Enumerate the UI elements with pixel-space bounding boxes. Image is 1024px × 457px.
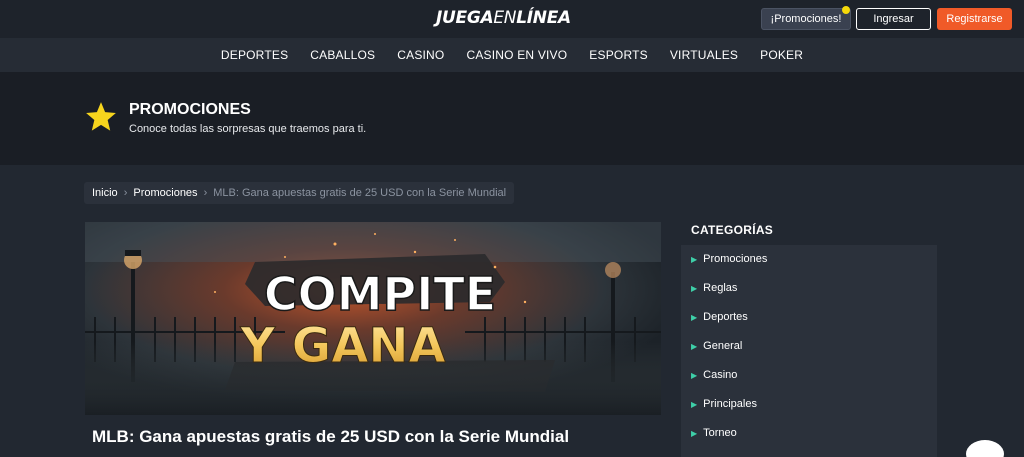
chevron-right-icon: ▶ <box>691 312 698 322</box>
nav-item-esports[interactable]: ESPORTS <box>578 48 659 62</box>
category-label: Torneo <box>703 427 737 439</box>
chevron-right-icon: ▶ <box>691 370 698 380</box>
breadcrumb: Inicio › Promociones › MLB: Gana apuesta… <box>84 182 515 204</box>
nav-item-casino[interactable]: CASINO <box>386 48 455 62</box>
login-button[interactable]: Ingresar <box>856 8 931 30</box>
category-label: Casino <box>703 369 738 381</box>
chat-widget-button[interactable] <box>966 440 1004 457</box>
category-item-reglas[interactable]: ▶ Reglas <box>691 282 737 294</box>
category-item-principales[interactable]: ▶ Principales <box>691 398 757 410</box>
category-item-casino[interactable]: ▶ Casino <box>691 369 737 381</box>
promotions-button[interactable]: ¡Promociones! <box>761 8 851 30</box>
banner-text-line1: COMPITE <box>264 267 496 321</box>
site-logo[interactable]: JUEGAENLÍNEA <box>436 8 571 28</box>
main-nav: DEPORTES CABALLOS CASINO CASINO EN VIVO … <box>0 38 1024 72</box>
logo-part-thin: EN <box>493 8 517 28</box>
nav-item-caballos[interactable]: CABALLOS <box>299 48 386 62</box>
category-item-promociones[interactable]: ▶ Promociones <box>691 253 767 265</box>
logo-part-bold: JUEGA <box>436 8 494 28</box>
notification-dot <box>842 6 850 14</box>
breadcrumb-promociones[interactable]: Promociones <box>133 187 197 199</box>
category-label: Deportes <box>703 311 748 323</box>
page-title: PROMOCIONES <box>129 101 251 118</box>
page-subtitle: Conoce todas las sorpresas que traemos p… <box>129 123 367 135</box>
category-item-deportes[interactable]: ▶ Deportes <box>691 311 748 323</box>
chevron-right-icon: ▶ <box>691 283 698 293</box>
categories-heading: CATEGORÍAS <box>691 223 774 237</box>
categories-panel: ▶ Promociones ▶ Reglas ▶ Deportes ▶ General … <box>681 245 937 457</box>
nav-item-poker[interactable]: POKER <box>749 48 814 62</box>
chevron-right-icon: ▶ <box>691 341 698 351</box>
category-item-general[interactable]: ▶ General <box>691 340 742 352</box>
register-button[interactable]: Registrarse <box>937 8 1012 30</box>
nav-item-casino-en-vivo[interactable]: CASINO EN VIVO <box>455 48 578 62</box>
banner-text-line2: Y GANA <box>239 318 445 374</box>
chevron-right-icon: ▶ <box>691 254 698 264</box>
breadcrumb-home[interactable]: Inicio <box>92 187 118 199</box>
category-label: Promociones <box>703 253 768 265</box>
banner-artwork: COMPITE Y GANA <box>85 222 661 415</box>
logo-part-end: LÍNEA <box>516 8 571 28</box>
star-icon <box>86 102 116 131</box>
category-label: General <box>703 340 743 352</box>
top-bar: JUEGAENLÍNEA ¡Promociones! Ingresar Regi… <box>0 0 1024 38</box>
promo-banner-image[interactable]: COMPITE Y GANA <box>85 222 661 415</box>
nav-item-virtuales[interactable]: VIRTUALES <box>659 48 749 62</box>
breadcrumb-current: MLB: Gana apuestas gratis de 25 USD con … <box>213 187 507 199</box>
breadcrumb-separator: › <box>123 187 128 199</box>
chevron-right-icon: ▶ <box>691 399 698 409</box>
chevron-right-icon: ▶ <box>691 428 698 438</box>
article-title[interactable]: MLB: Gana apuestas gratis de 25 USD con … <box>92 427 569 447</box>
category-label: Principales <box>703 398 757 410</box>
nav-item-deportes[interactable]: DEPORTES <box>210 48 299 62</box>
category-item-torneo[interactable]: ▶ Torneo <box>691 427 737 439</box>
breadcrumb-separator: › <box>203 187 208 199</box>
category-label: Reglas <box>703 282 738 294</box>
